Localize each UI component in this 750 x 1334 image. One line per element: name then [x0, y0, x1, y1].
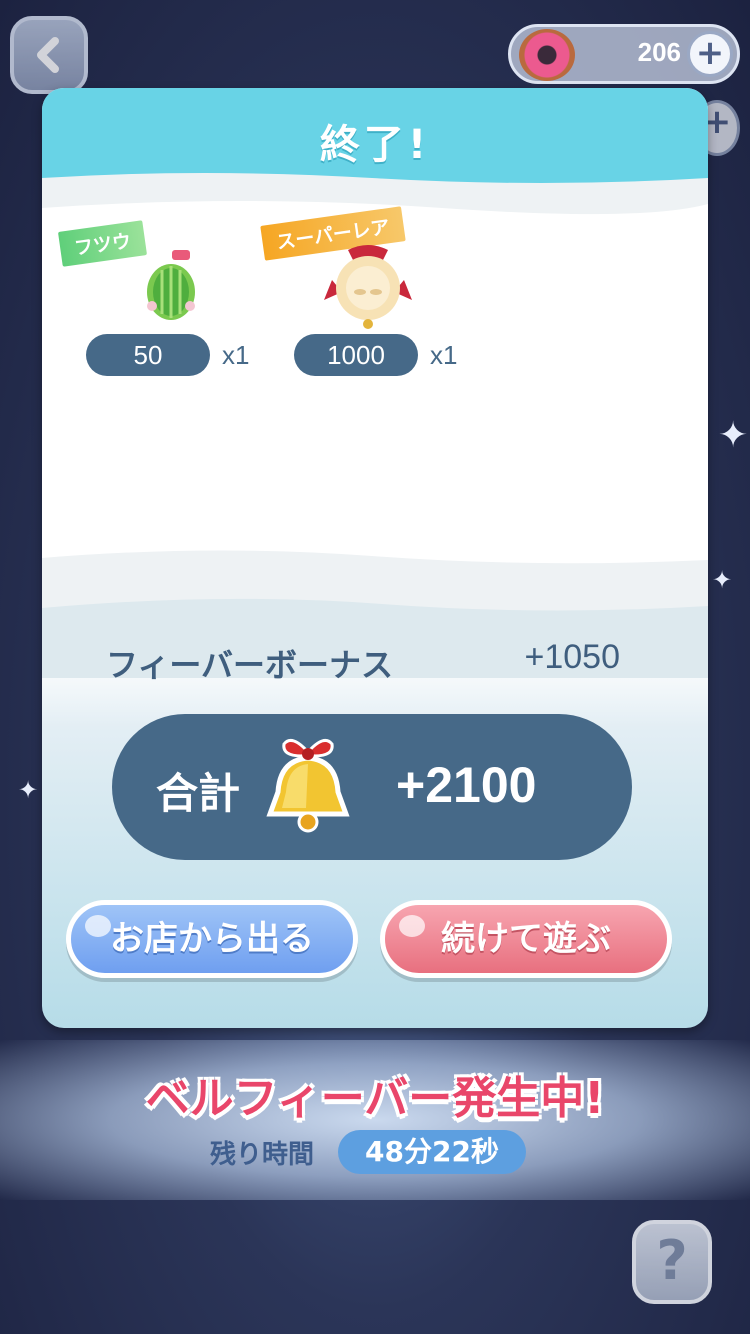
fever-bonus-label: フィーバーボーナス [106, 646, 394, 684]
item-count: 1000 [294, 334, 418, 376]
total-label: 合計 [156, 769, 241, 818]
cactus-character-icon [147, 250, 195, 320]
rarity-tag: フツウ [57, 220, 148, 267]
back-button[interactable] [10, 16, 88, 94]
chevron-left-icon [37, 37, 59, 73]
leave-shop-label: お店から出る [110, 919, 314, 959]
total-panel: 合計 +2100 [112, 714, 632, 860]
total-value: +2100 [396, 757, 537, 813]
fever-bonus-value: +1050 [524, 638, 621, 676]
result-modal: 終了! フツウ 50 x1 スーパーレア 1000 x1 フィーバーボーナス +… [42, 88, 708, 1028]
item-multiplier: x1 [222, 340, 250, 370]
modal-title: 終了! [319, 122, 431, 168]
sparkle-icon: ✦ [712, 566, 733, 594]
leave-shop-button[interactable]: お店から出る [66, 900, 358, 978]
help-button[interactable]: ? [632, 1220, 712, 1304]
donut-currency-bar: 206 + [508, 24, 740, 84]
donut-count: 206 [637, 37, 681, 67]
button-shine [85, 915, 111, 937]
sparkle-icon: ✦ [18, 776, 39, 804]
item-multiplier: x1 [430, 340, 458, 370]
pufferfish-character-icon [324, 245, 412, 329]
continue-playing-label: 続けて遊ぶ [441, 919, 611, 959]
remaining-time-label: 残り時間 [210, 1140, 315, 1170]
button-shine [399, 915, 425, 937]
result-item: フツウ 50 x1 [56, 206, 256, 386]
result-item: スーパーレア 1000 x1 [260, 206, 464, 386]
bell-icon [266, 738, 350, 833]
add-donut-button[interactable]: + [687, 31, 733, 77]
bell-fever-banner: ベルフィーバー発生中! [145, 1073, 605, 1124]
remaining-time-value: 48分22秒 [338, 1130, 526, 1174]
continue-playing-button[interactable]: 続けて遊ぶ [380, 900, 672, 978]
sparkle-icon: ✦ [718, 415, 749, 456]
item-count: 50 [86, 334, 210, 376]
donut-icon [519, 29, 575, 81]
